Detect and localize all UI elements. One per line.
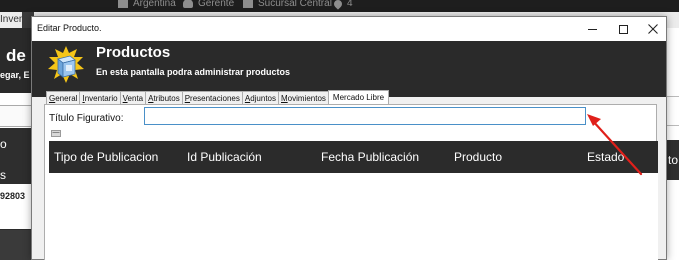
background-col-text: o	[0, 137, 7, 151]
edit-product-dialog: Editar Producto. Productos En esta panta	[31, 16, 667, 260]
titulo-figurativo-label: Título Figurativo:	[49, 113, 124, 124]
location-pin-icon	[332, 0, 344, 10]
column-header-producto[interactable]: Producto	[454, 150, 502, 164]
bg-count-label: 4	[347, 0, 353, 9]
window-titlebar[interactable]: Editar Producto.	[32, 17, 666, 41]
column-header-tipo-publicacion[interactable]: Tipo de Publicacion	[54, 150, 158, 164]
user-icon	[183, 0, 193, 8]
background-grid-cell[interactable]: 92803	[0, 191, 25, 201]
flag-icon	[118, 0, 128, 8]
bg-country-label: Argentina	[133, 0, 176, 9]
titulo-figurativo-input[interactable]	[144, 107, 586, 125]
tab-presentaciones[interactable]: Presentaciones	[181, 91, 243, 104]
bg-branch-label: Sucursal Central	[258, 0, 332, 9]
column-header-estado[interactable]: Estado	[587, 150, 624, 164]
close-button[interactable]	[638, 17, 668, 41]
maximize-button[interactable]	[608, 17, 638, 41]
page-title: Productos	[96, 44, 171, 61]
tab-movimientos[interactable]: Movimientos	[278, 91, 329, 104]
tab-venta[interactable]: Venta	[119, 91, 147, 104]
tab-mercado-libre[interactable]: Mercado Libre	[327, 90, 390, 105]
collapse-button[interactable]: —	[51, 129, 61, 137]
tab-atributos[interactable]: Atributos	[145, 91, 183, 104]
close-icon	[648, 24, 658, 34]
bg-count-item[interactable]: 4	[332, 0, 353, 10]
tab-adjuntos[interactable]: Adjuntos	[241, 91, 279, 104]
grid-body[interactable]	[49, 173, 658, 260]
background-top-bar: Argentina Gerente Sucursal Central 4	[0, 0, 679, 12]
tab-strip: General Inventario Venta Atributos Prese…	[46, 90, 390, 105]
publications-grid: Tipo de Publicacion Id Publicación Fecha…	[49, 141, 658, 260]
tab-general[interactable]: General	[46, 91, 81, 104]
background-right-field	[667, 96, 679, 126]
window-title: Editar Producto.	[37, 23, 102, 33]
minimize-icon	[587, 28, 597, 30]
tab-inventario[interactable]: Inventario	[79, 91, 121, 104]
background-right-col-text: to	[668, 153, 679, 167]
bg-country-item[interactable]: Argentina	[118, 0, 176, 9]
dialog-header: Productos En esta pantalla podra adminis…	[32, 41, 666, 97]
bg-role-item[interactable]: Gerente	[183, 0, 234, 9]
bg-role-label: Gerente	[198, 0, 235, 9]
minimize-button[interactable]	[577, 17, 607, 41]
maximize-icon	[618, 24, 628, 34]
background-col-text: s	[0, 168, 6, 182]
background-header-subtitle: egar, E	[0, 70, 30, 80]
page-subtitle: En esta pantalla podra administrar produ…	[96, 67, 291, 77]
column-header-id-publicacion[interactable]: Id Publicación	[187, 150, 262, 164]
column-header-fecha-publicacion[interactable]: Fecha Publicación	[321, 150, 419, 164]
store-icon	[243, 0, 253, 8]
bg-branch-item[interactable]: Sucursal Central	[243, 0, 332, 9]
grid-header: Tipo de Publicacion Id Publicación Fecha…	[49, 141, 658, 173]
product-box-icon	[48, 46, 84, 83]
